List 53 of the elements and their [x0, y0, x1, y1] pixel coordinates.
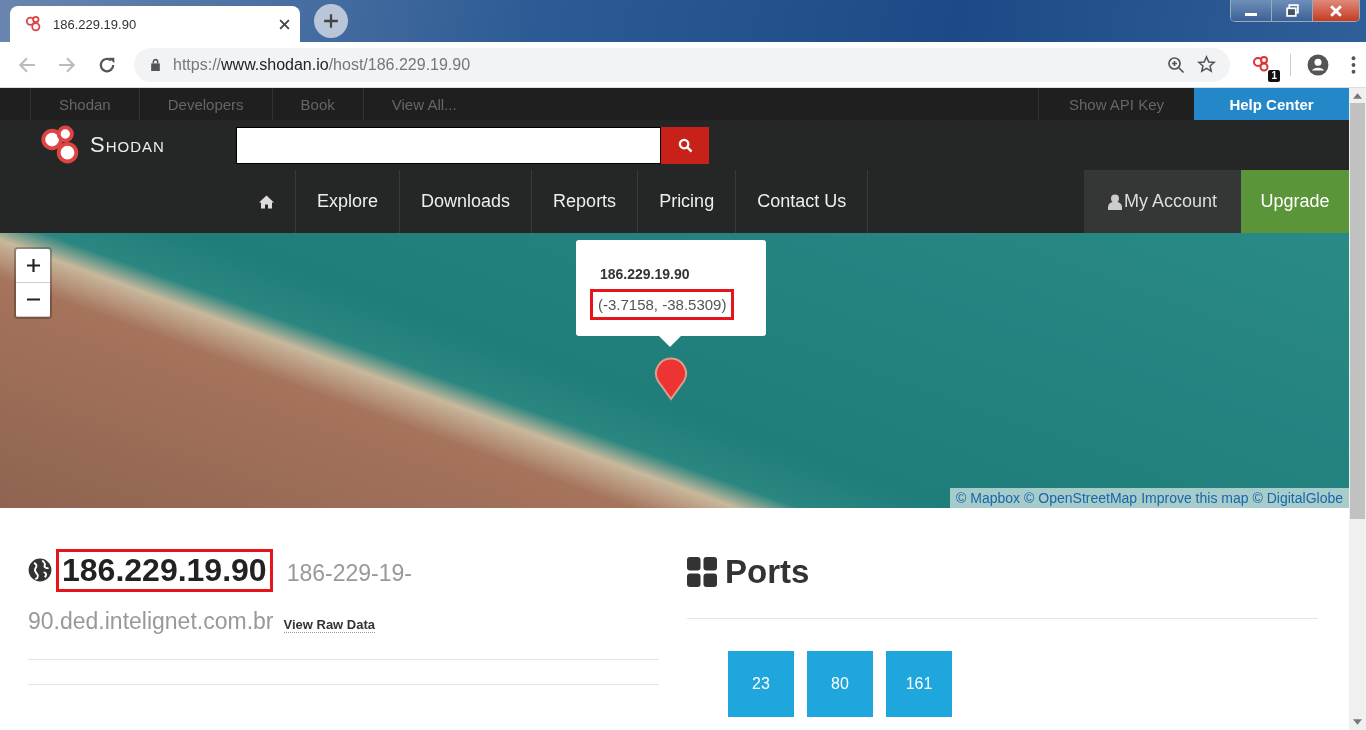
reload-icon[interactable] — [98, 55, 116, 74]
coordinates-text: (-3.7158, -38.5309) — [590, 289, 735, 320]
scrollbar[interactable] — [1349, 88, 1366, 730]
shodan-logo-icon — [25, 15, 43, 33]
logo-text[interactable]: Shodan — [90, 132, 165, 158]
minimize-button[interactable] — [1231, 0, 1271, 21]
popup-title: 186.229.19.90 — [599, 266, 691, 282]
user-icon — [1107, 193, 1122, 210]
satellite-map[interactable]: 186.229.19.90 (-3.7158, -38.5309) © Mapbox © OpenStreetMap Improve this map © DigitalGlobe — [0, 233, 1349, 508]
close-icon[interactable] — [279, 18, 290, 30]
scroll-down-icon[interactable] — [1353, 719, 1362, 725]
tab-title: 186.229.19.90 — [53, 16, 138, 32]
url-text: https://www.shodan.io/host/186.229.19.90 — [173, 55, 471, 74]
extension-badge: 1 — [1268, 69, 1280, 82]
port-button[interactable]: 161 — [886, 651, 952, 717]
hostname-text: 90.ded.intelignet.com.br — [28, 608, 274, 635]
plus-icon — [26, 259, 40, 272]
address-bar[interactable]: https://www.shodan.io/host/186.229.19.90 — [134, 47, 1230, 82]
new-tab-button[interactable] — [314, 4, 348, 38]
lock-icon — [150, 58, 161, 71]
grid-icon — [687, 557, 717, 587]
attribution-link[interactable]: © DigitalGlobe — [1252, 490, 1343, 506]
close-icon — [1328, 4, 1344, 17]
port-button[interactable]: 80 — [807, 651, 873, 717]
star-icon[interactable] — [1197, 55, 1216, 74]
zoom-in-button[interactable] — [16, 249, 50, 283]
port-button[interactable]: 23 — [728, 651, 794, 717]
restore-button[interactable] — [1271, 0, 1312, 21]
ip-address: 186.229.19.90 — [56, 548, 273, 592]
attribution-link[interactable]: © Mapbox — [956, 490, 1021, 506]
hostname-text: 186-229-19- — [286, 559, 412, 587]
scroll-up-icon[interactable] — [1353, 93, 1362, 99]
search-icon — [677, 137, 693, 153]
attribution-link[interactable]: Improve this map — [1141, 490, 1249, 506]
ports-heading: Ports — [725, 553, 810, 591]
close-button[interactable] — [1312, 0, 1359, 21]
globe-icon — [28, 558, 52, 582]
profile-icon[interactable] — [1307, 53, 1329, 76]
home-icon — [258, 194, 275, 209]
browser-tab[interactable]: 186.229.19.90 — [10, 6, 300, 42]
plus-icon — [323, 13, 339, 29]
zoom-icon[interactable] — [1167, 55, 1185, 74]
search-field[interactable] — [236, 126, 661, 164]
menu-icon[interactable] — [1351, 55, 1356, 74]
view-raw-data-link[interactable]: View Raw Data — [283, 617, 376, 633]
my-account-button[interactable]: My Account — [1084, 170, 1241, 233]
search-button[interactable] — [661, 126, 709, 164]
popup-pointer — [658, 335, 682, 347]
help-center-button[interactable]: Help Center — [1194, 88, 1349, 120]
upgrade-button[interactable]: Upgrade — [1241, 170, 1349, 233]
restore-icon — [1285, 4, 1299, 17]
attribution-link[interactable]: © OpenStreetMap — [1024, 490, 1138, 506]
minimize-icon — [1245, 13, 1257, 16]
